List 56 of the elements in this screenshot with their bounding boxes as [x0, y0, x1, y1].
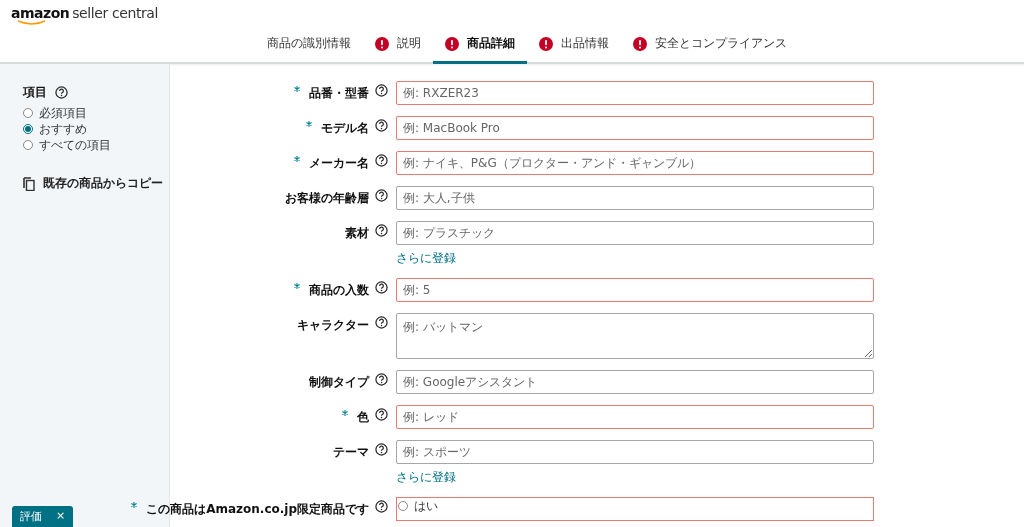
radio-button[interactable]	[398, 501, 408, 511]
text-field[interactable]: 例: RXZER23	[396, 81, 874, 105]
text-field[interactable]: 例: レッド	[396, 405, 874, 429]
field-label: テーマ	[333, 444, 369, 461]
text-field[interactable]: 例: Googleアシスタント	[396, 370, 874, 394]
field-label: この商品はAmazon.co.jp限定商品です	[146, 501, 369, 518]
tab[interactable]: 出品情報	[527, 26, 621, 64]
help-icon[interactable]	[375, 408, 388, 421]
radio-button[interactable]	[23, 140, 33, 150]
error-icon	[539, 36, 553, 51]
field-label: お客様の年齢層	[285, 190, 369, 207]
copy-icon[interactable]	[23, 176, 35, 191]
radio-button[interactable]	[23, 108, 33, 118]
copy-link[interactable]: 既存の商品からコピー	[43, 175, 163, 192]
radio-option[interactable]: すべての項目	[23, 137, 111, 153]
text-field[interactable]: 例: 5	[396, 278, 874, 302]
text-field[interactable]: 例: プラスチック	[396, 221, 874, 245]
help-icon[interactable]	[375, 316, 388, 329]
field-label: 商品の入数	[309, 282, 369, 299]
field-label: キャラクター	[297, 317, 369, 334]
section-title: 項目	[23, 84, 47, 101]
tab[interactable]: 商品詳細	[433, 26, 527, 64]
radio-button[interactable]	[23, 124, 33, 134]
field-label: 素材	[345, 225, 369, 242]
help-icon[interactable]	[375, 119, 388, 132]
help-icon[interactable]	[375, 281, 388, 294]
error-icon	[445, 36, 459, 51]
help-icon[interactable]	[375, 154, 388, 167]
help-icon[interactable]	[375, 500, 388, 513]
field-label: メーカー名	[309, 155, 369, 172]
help-icon[interactable]	[375, 189, 388, 202]
field-label: 制御タイプ	[309, 374, 369, 391]
text-field[interactable]: 例: 大人,子供	[396, 186, 874, 210]
help-icon[interactable]	[375, 224, 388, 237]
text-area[interactable]: 例: バットマン	[396, 313, 874, 359]
text-field[interactable]: 例: スポーツ	[396, 440, 874, 464]
text-field[interactable]: 例: MacBook Pro	[396, 116, 874, 140]
tab[interactable]: 商品の識別情報	[255, 26, 363, 64]
help-icon[interactable]	[375, 84, 388, 97]
field-label: 色	[357, 409, 369, 426]
radio-option[interactable]: おすすめ	[23, 121, 87, 137]
tab[interactable]: 安全とコンプライアンス	[621, 26, 799, 64]
help-icon[interactable]	[55, 85, 68, 99]
radio-option[interactable]: はい	[398, 498, 438, 514]
error-icon	[375, 36, 389, 51]
add-more-link[interactable]: さらに登録	[396, 250, 456, 267]
field-label: 品番・型番	[309, 85, 369, 102]
field-label: モデル名	[321, 120, 369, 137]
rating-tag[interactable]: 評価 ×	[12, 506, 74, 527]
error-icon	[633, 36, 647, 51]
radio-option[interactable]: 必須項目	[23, 105, 87, 121]
tab[interactable]: 説明	[363, 26, 433, 64]
help-icon[interactable]	[375, 443, 388, 456]
text-field[interactable]: 例: ナイキ、P&G（プロクター・アンド・ギャンブル）	[396, 151, 874, 175]
add-more-link[interactable]: さらに登録	[396, 469, 456, 486]
help-icon[interactable]	[375, 373, 388, 386]
